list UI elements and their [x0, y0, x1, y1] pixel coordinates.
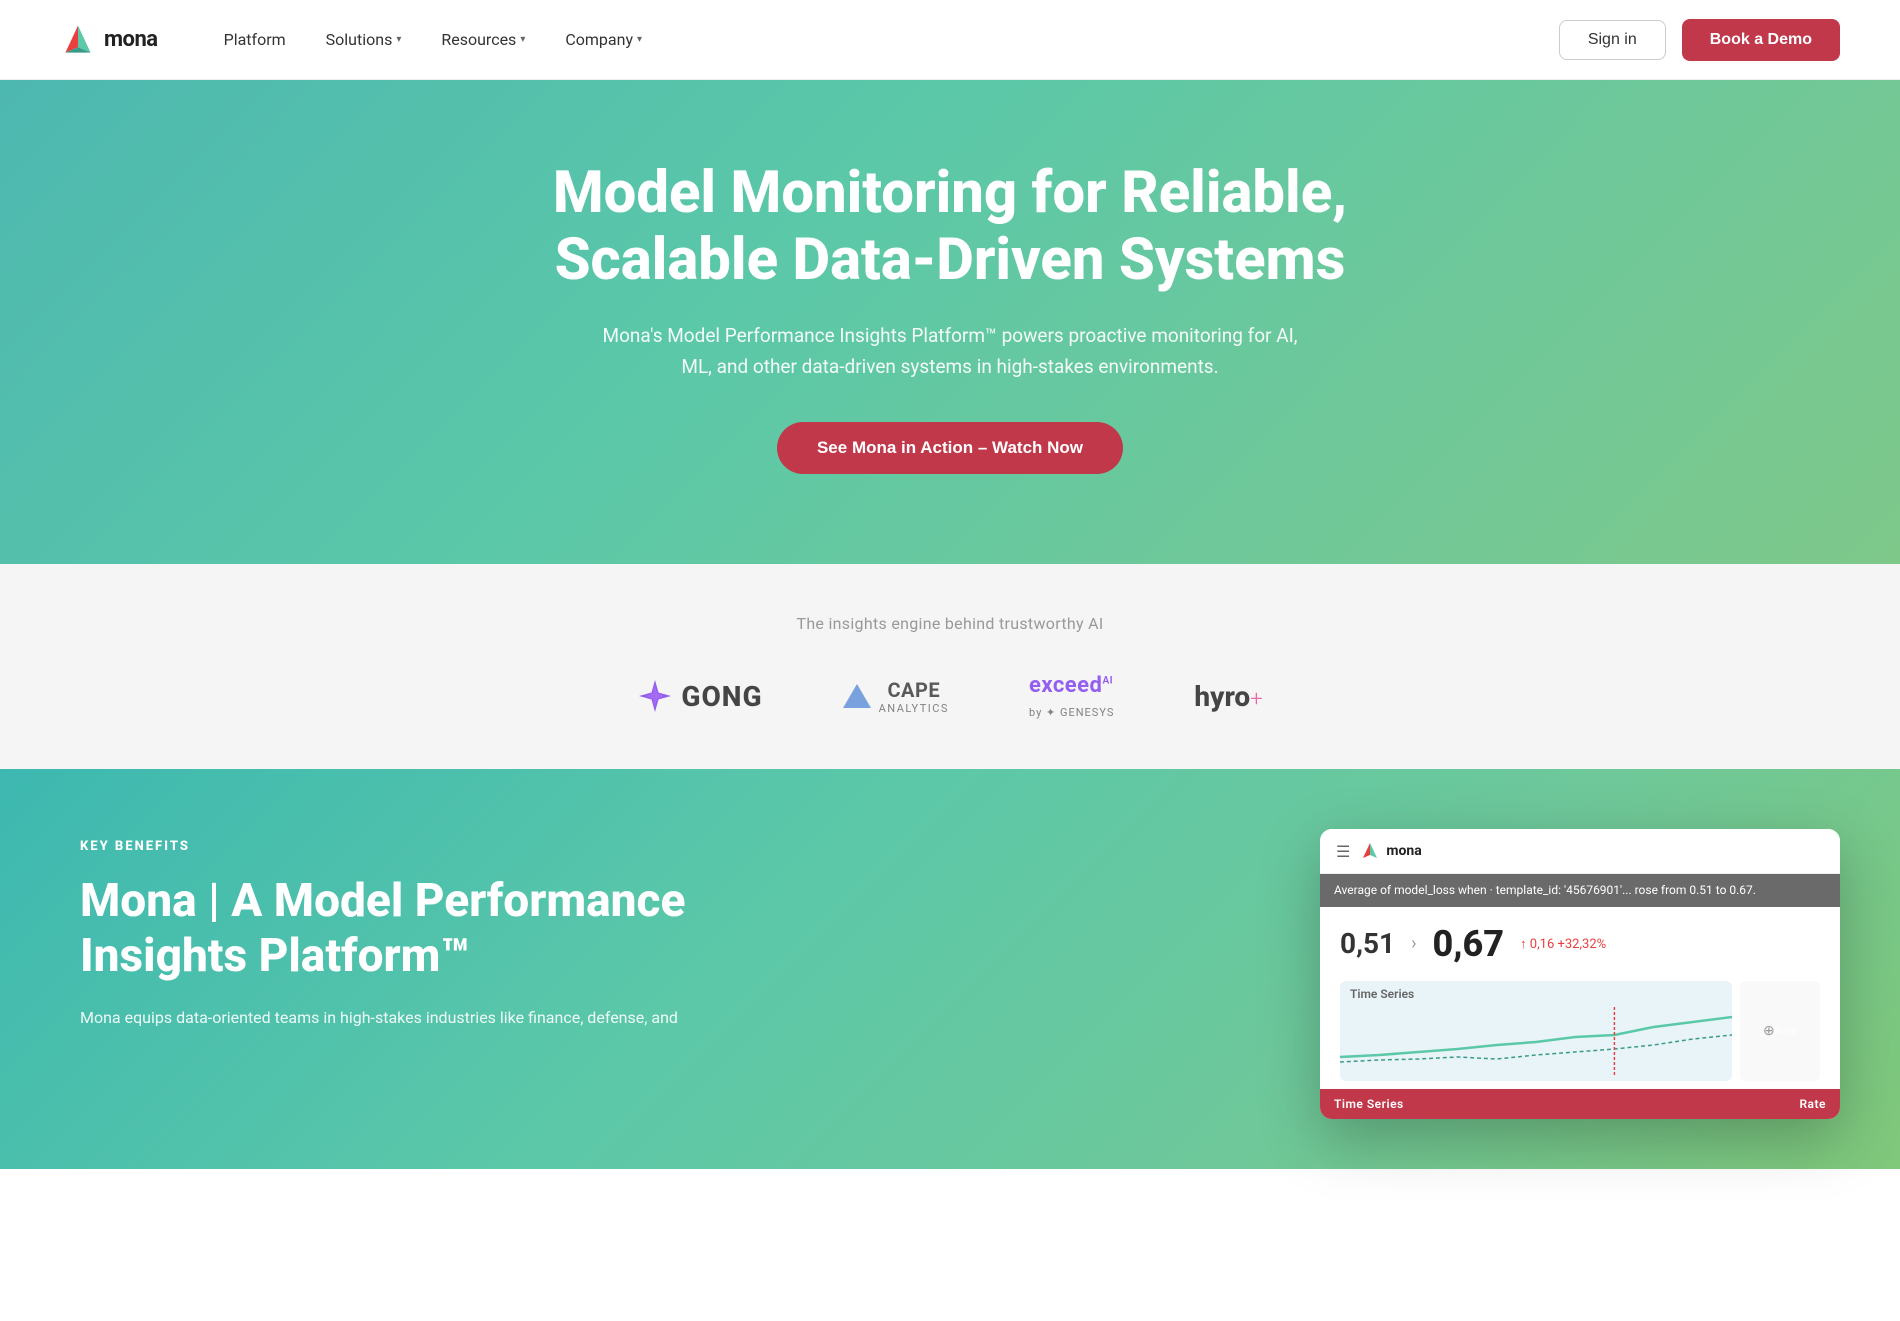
logos-row: GONG CAPE ANALYTICS exceedAI by ✦ GENESY…: [100, 673, 1800, 719]
signin-button[interactable]: Sign in: [1559, 20, 1666, 60]
exceed-bottom-text: by ✦ GENESYS: [1029, 706, 1114, 719]
exceed-top-text: exceedAI: [1029, 673, 1113, 698]
metric-change: ↑ 0,16 +32,32%: [1520, 936, 1606, 952]
nav-item-solutions[interactable]: Solutions ▾: [310, 22, 418, 57]
benefits-label: KEY BENEFITS: [80, 839, 685, 854]
benefits-section: KEY BENEFITS Mona | A Model Performance …: [0, 769, 1900, 1169]
dashboard-mona-text: mona: [1386, 843, 1421, 859]
chevron-down-icon: ▾: [520, 34, 525, 45]
book-demo-button[interactable]: Book a Demo: [1682, 19, 1840, 61]
navbar-right: Sign in Book a Demo: [1559, 19, 1840, 61]
mona-mini-icon: [1360, 841, 1380, 861]
logo-text: mona: [104, 27, 158, 52]
cape-analytics-logo: CAPE ANALYTICS: [843, 678, 949, 715]
hero-subtitle: Mona's Model Performance Insights Platfo…: [600, 321, 1300, 382]
dashboard-metrics: 0,51 › 0,67 ↑ 0,16 +32,32%: [1320, 907, 1840, 973]
gong-logo: GONG: [637, 678, 762, 714]
navbar: mona Platform Solutions ▾ Resources ▾ Co…: [0, 0, 1900, 80]
nav-item-company[interactable]: Company ▾: [549, 22, 658, 57]
dashboard-topbar: ☰ mona: [1320, 829, 1840, 874]
logos-tagline: The insights engine behind trustworthy A…: [100, 614, 1800, 633]
gong-star-icon: [637, 678, 673, 714]
navbar-left: mona Platform Solutions ▾ Resources ▾ Co…: [60, 22, 658, 58]
rate-bar-label: Rate: [1799, 1097, 1826, 1111]
nav-links: Platform Solutions ▾ Resources ▾ Company…: [208, 22, 658, 57]
exceed-logo: exceedAI by ✦ GENESYS: [1029, 673, 1114, 719]
time-series-chart: Time Series: [1340, 981, 1732, 1081]
scan-icon: ⊕: [1763, 1019, 1775, 1043]
chevron-down-icon: ▾: [637, 34, 642, 45]
gong-text: GONG: [681, 680, 762, 713]
menu-icon: ☰: [1336, 842, 1350, 861]
logo[interactable]: mona: [60, 22, 158, 58]
dashboard-bottom-bar: Time Series Rate: [1320, 1089, 1840, 1119]
metric-new-value: 0,67: [1433, 923, 1505, 965]
mona-logo-icon: [60, 22, 96, 58]
line-chart-svg: [1340, 1007, 1732, 1077]
metric-arrow-icon: ›: [1411, 933, 1416, 954]
cape-text: CAPE: [879, 678, 949, 702]
nav-item-platform[interactable]: Platform: [208, 22, 302, 57]
hyro-text: hyro+: [1194, 680, 1262, 713]
hero-section: Model Monitoring for Reliable, Scalable …: [0, 80, 1900, 564]
chart-label: Time Series: [1340, 981, 1732, 1007]
benefits-desc: Mona equips data-oriented teams in high-…: [80, 1005, 680, 1031]
hero-cta-button[interactable]: See Mona in Action – Watch Now: [777, 422, 1123, 474]
dashboard-alert: Average of model_loss when · template_id…: [1320, 874, 1840, 907]
cape-sub-text: ANALYTICS: [879, 702, 949, 715]
dashboard-logo: mona: [1360, 841, 1421, 861]
alert-text: Average of model_loss when · template_id…: [1334, 883, 1756, 897]
dashboard-sidebar: ⊕ Rate: [1740, 981, 1820, 1081]
dashboard-chart-area: Time Series ⊕ Rate: [1320, 973, 1840, 1089]
hero-title: Model Monitoring for Reliable, Scalable …: [553, 160, 1347, 293]
benefits-title: Mona | A Model Performance Insights Plat…: [80, 874, 685, 984]
metric-old-value: 0,51: [1340, 927, 1395, 960]
nav-item-resources[interactable]: Resources ▾: [425, 22, 541, 57]
dashboard-preview: ☰ mona Average of model_loss when · temp…: [1320, 829, 1840, 1119]
chevron-down-icon: ▾: [396, 34, 401, 45]
cape-triangle-icon: [843, 684, 871, 708]
logos-section: The insights engine behind trustworthy A…: [0, 564, 1900, 769]
hyro-logo: hyro+: [1194, 680, 1262, 713]
rate-label: Rate: [1775, 1024, 1797, 1037]
